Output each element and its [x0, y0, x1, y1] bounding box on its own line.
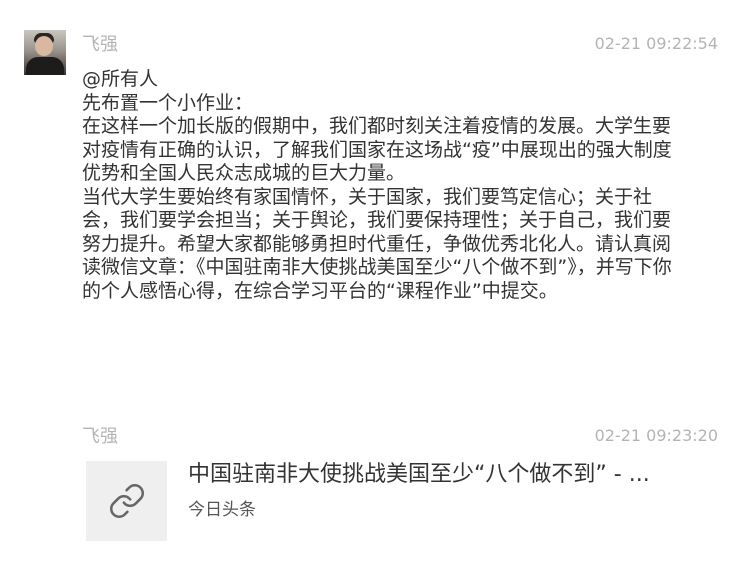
- link-card-title: 中国驻南非大使挑战美国至少“八个做不到” - ...: [188, 462, 650, 487]
- sender-name: 飞强: [82, 426, 118, 447]
- message-timestamp: 02-21 09:22:54: [594, 34, 718, 53]
- message-text: @所有人 先布置一个小作业： 在这样一个加长版的假期中，我们都时刻关注着疫情的发…: [82, 68, 672, 302]
- message-timestamp: 02-21 09:23:20: [594, 426, 718, 445]
- link-card-source: 今日头条: [188, 500, 256, 520]
- sender-name: 飞强: [82, 34, 118, 55]
- link-thumbnail: [86, 461, 167, 541]
- link-icon: [110, 484, 144, 518]
- link-card[interactable]: 中国驻南非大使挑战美国至少“八个做不到” - ... 今日头条: [86, 461, 726, 543]
- avatar[interactable]: [24, 30, 66, 75]
